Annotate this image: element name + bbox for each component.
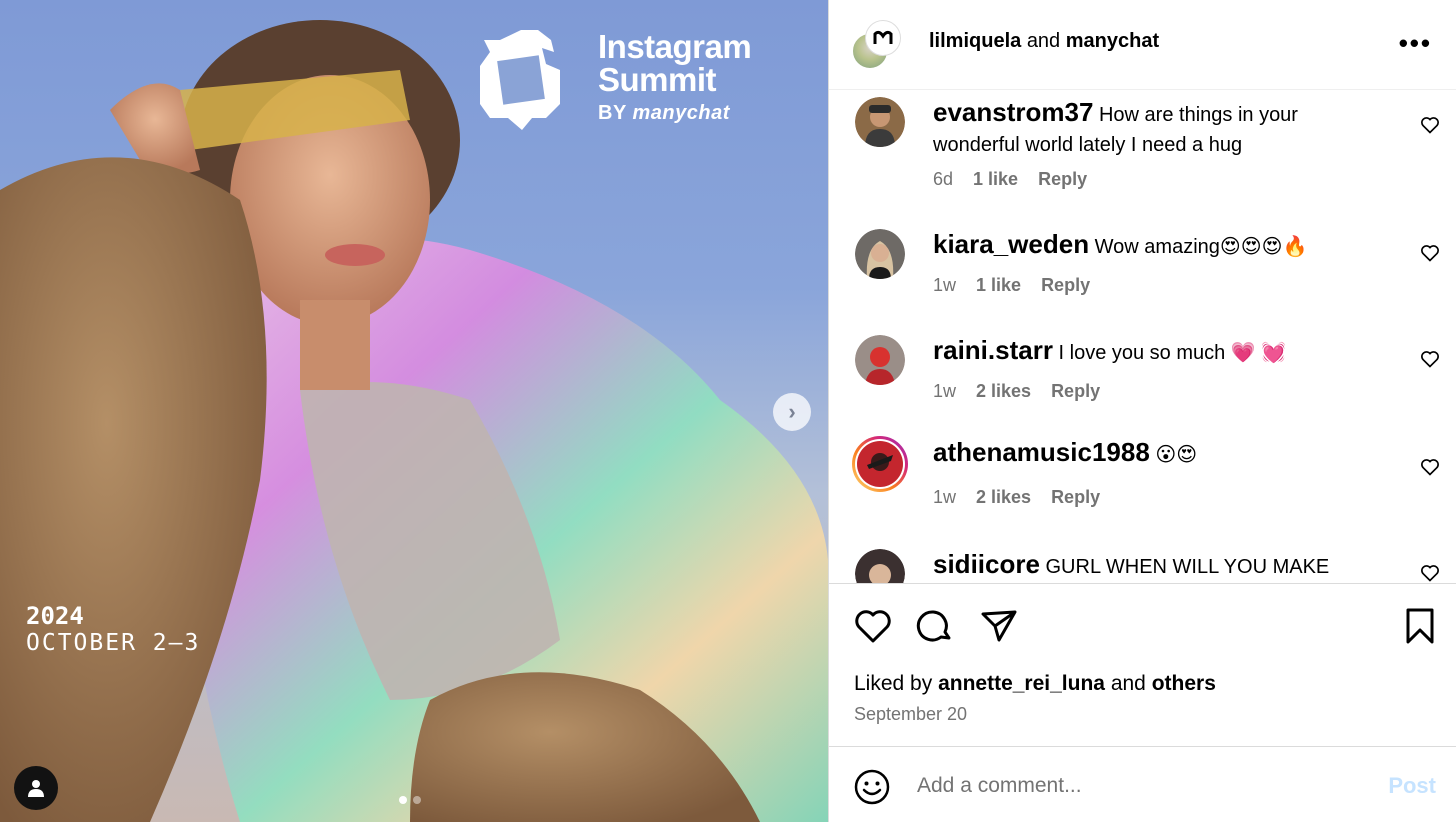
comment-meta: 1w 2 likes Reply xyxy=(933,381,1100,402)
comment-icon[interactable] xyxy=(915,606,955,646)
carousel-indicator xyxy=(399,796,421,804)
comment-input[interactable] xyxy=(917,769,1337,803)
reply-button[interactable]: Reply xyxy=(1051,487,1100,508)
summit-by-label: BY xyxy=(598,102,627,124)
avatar[interactable] xyxy=(855,335,905,385)
share-icon[interactable] xyxy=(979,606,1019,646)
comment-username[interactable]: athenamusic1988 xyxy=(933,437,1150,467)
comment-meta: 6d 1 like Reply xyxy=(933,169,1087,190)
liked-others-link[interactable]: others xyxy=(1152,672,1216,695)
avatar[interactable] xyxy=(855,97,905,147)
summit-brand: manychat xyxy=(632,102,730,124)
next-slide-button[interactable]: › xyxy=(773,393,811,431)
comment-likes[interactable]: 2 likes xyxy=(976,381,1031,402)
post-date[interactable]: September 20 xyxy=(854,704,967,725)
post-side-panel: lilmiquela and manychat ••• evanstrom37 … xyxy=(828,0,1456,822)
manychat-avatar[interactable] xyxy=(865,20,901,56)
comment-likes[interactable]: 2 likes xyxy=(976,487,1031,508)
comment-body: sidiicore GURL WHEN WILL YOU MAKE xyxy=(933,549,1386,582)
comment-text: 😮😍 xyxy=(1155,444,1198,466)
comment-age: 1w xyxy=(933,487,957,507)
comment-age: 1w xyxy=(933,381,957,401)
list-item: sidiicore GURL WHEN WILL YOU MAKE xyxy=(853,549,1456,583)
comment-meta: 1w 2 likes Reply xyxy=(933,487,1100,508)
post-header: lilmiquela and manychat ••• xyxy=(829,0,1456,90)
heart-icon[interactable] xyxy=(1420,243,1440,263)
comment-text: GURL WHEN WILL YOU MAKE xyxy=(1045,556,1330,578)
heart-icon[interactable] xyxy=(1420,115,1440,135)
likes-summary: Liked by annette_rei_luna and others xyxy=(854,672,1216,696)
avatar[interactable] xyxy=(855,229,905,279)
author-conjunction: and xyxy=(1026,30,1061,52)
comment-age: 6d xyxy=(933,169,954,189)
heart-icon[interactable] xyxy=(1420,349,1440,369)
carousel-dot-active xyxy=(399,796,407,804)
tagged-users-button[interactable] xyxy=(14,766,58,810)
comment-username[interactable]: sidiicore xyxy=(933,549,1040,579)
comment-body: athenamusic1988 😮😍 xyxy=(933,437,1386,470)
collab-avatars[interactable] xyxy=(851,20,901,70)
avatar[interactable] xyxy=(855,549,905,583)
summit-byline: BY manychat xyxy=(598,102,751,125)
author-link[interactable]: lilmiquela xyxy=(929,30,1021,52)
post-media[interactable]: Instagram Summit BY manychat 2024 OCTOBE… xyxy=(0,0,828,822)
heart-icon[interactable] xyxy=(853,606,893,646)
list-item: athenamusic1988 😮😍 1w 2 likes Reply xyxy=(851,435,1456,537)
comment-meta: 1w 1 like Reply xyxy=(933,275,1090,296)
comment-body: raini.starr I love you so much 💗 💓 xyxy=(933,335,1386,368)
post-comment-button[interactable]: Post xyxy=(1388,773,1436,799)
comment-body: kiara_weden Wow amazing😍😍😍🔥 xyxy=(933,229,1386,262)
heart-icon[interactable] xyxy=(1420,563,1440,583)
comment-composer: Post xyxy=(829,746,1456,822)
story-avatar[interactable] xyxy=(851,435,909,493)
comment-likes[interactable]: 1 like xyxy=(976,275,1021,296)
carousel-dot xyxy=(413,796,421,804)
liked-and: and xyxy=(1110,672,1146,695)
manychat-logo-icon xyxy=(873,30,893,44)
comment-text: I love you so much 💗 💓 xyxy=(1058,342,1287,364)
reply-button[interactable]: Reply xyxy=(1038,169,1087,190)
summit-title-line1: Instagram xyxy=(598,28,752,65)
reply-button[interactable]: Reply xyxy=(1051,381,1100,402)
comment-text: Wow amazing😍😍😍🔥 xyxy=(1094,236,1308,258)
bookmark-icon[interactable] xyxy=(1400,606,1440,646)
heart-icon[interactable] xyxy=(1420,457,1440,477)
comment-username[interactable]: kiara_weden xyxy=(933,229,1089,259)
emoji-icon[interactable] xyxy=(854,769,890,805)
list-item: evanstrom37 How are things in your wonde… xyxy=(853,97,1456,217)
list-item: kiara_weden Wow amazing😍😍😍🔥 1w 1 like Re… xyxy=(853,229,1456,329)
more-options-icon[interactable]: ••• xyxy=(1399,28,1432,59)
comment-likes[interactable]: 1 like xyxy=(973,169,1018,190)
liked-user-link[interactable]: annette_rei_luna xyxy=(938,672,1105,695)
collaborator-link[interactable]: manychat xyxy=(1066,30,1159,52)
comment-username[interactable]: raini.starr xyxy=(933,335,1053,365)
liked-prefix: Liked by xyxy=(854,672,933,695)
comment-body: evanstrom37 How are things in your wonde… xyxy=(933,97,1386,160)
person-icon xyxy=(28,780,44,797)
summit-title-line2: Summit xyxy=(598,61,717,98)
reply-button[interactable]: Reply xyxy=(1041,275,1090,296)
event-year: 2024 xyxy=(26,602,84,630)
post-authors: lilmiquela and manychat xyxy=(929,30,1159,53)
event-dates: OCTOBER 2–3 xyxy=(26,630,201,656)
comments-list[interactable]: evanstrom37 How are things in your wonde… xyxy=(829,91,1456,583)
summit-wordmark: Instagram Summit BY manychat xyxy=(598,28,752,125)
post-actions: Liked by annette_rei_luna and others Sep… xyxy=(829,583,1456,746)
comment-age: 1w xyxy=(933,275,957,295)
comment-username[interactable]: evanstrom37 xyxy=(933,97,1093,127)
instagram-summit-logo xyxy=(480,30,560,130)
chevron-right-icon: › xyxy=(788,399,796,424)
list-item: raini.starr I love you so much 💗 💓 1w 2 … xyxy=(853,335,1456,435)
